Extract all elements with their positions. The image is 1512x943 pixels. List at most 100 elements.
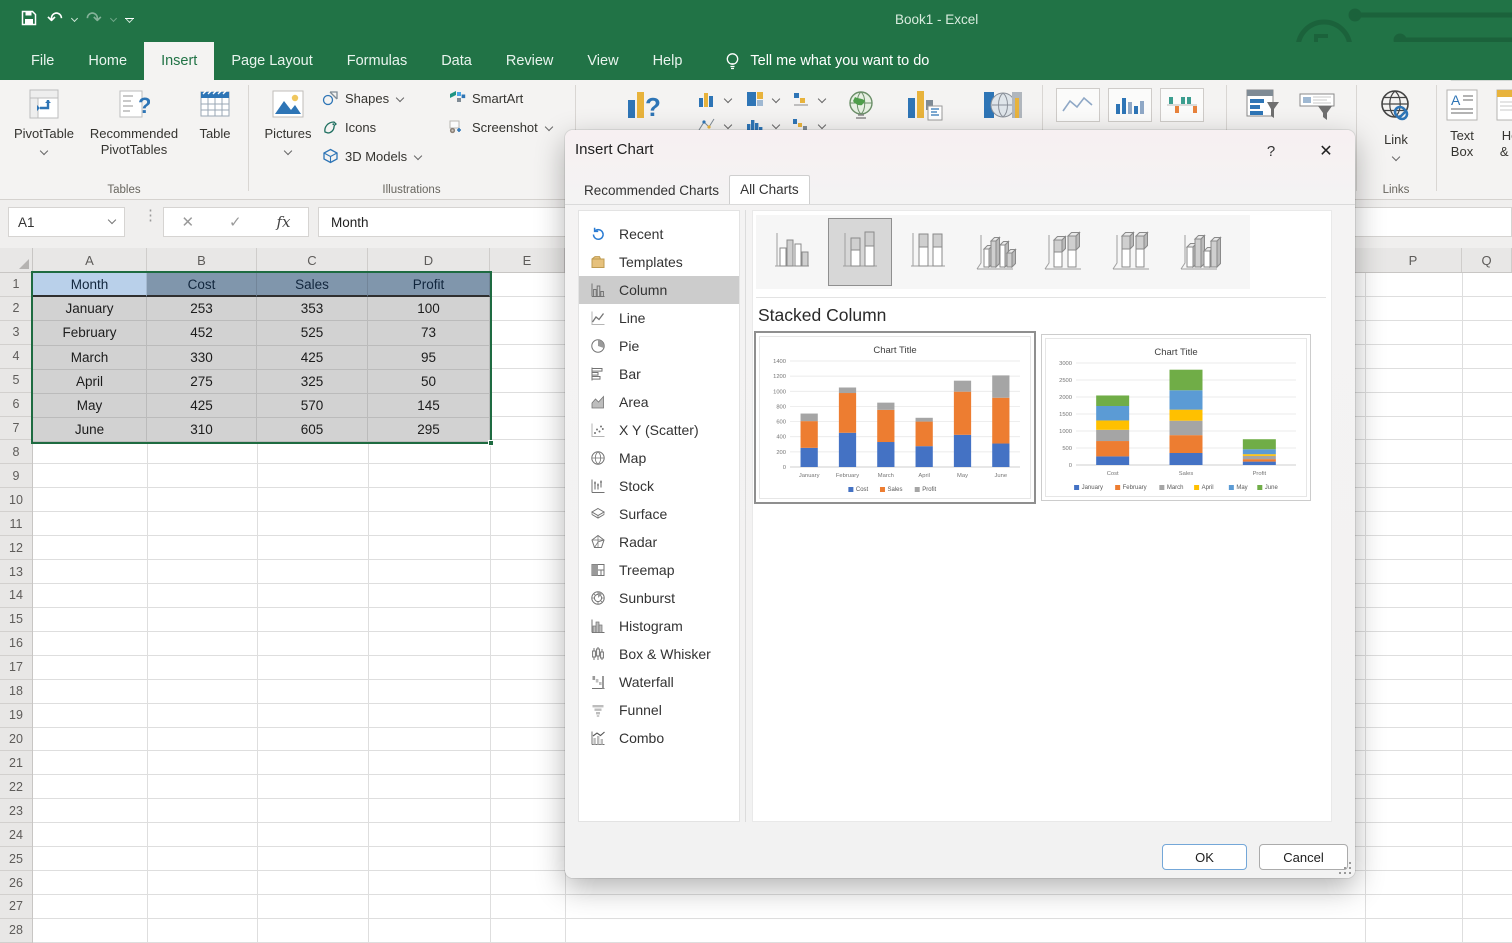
ribbon-tab-review[interactable]: Review	[489, 42, 571, 80]
undo-icon[interactable]: ↶	[47, 7, 63, 33]
link-button[interactable]: Link	[1366, 88, 1426, 163]
column-header-A[interactable]: A	[33, 248, 147, 272]
cell-C5[interactable]: 325	[257, 370, 368, 394]
header-footer-button[interactable]: He & F	[1490, 88, 1512, 160]
sparkline-line-button[interactable]	[1056, 88, 1100, 122]
chart-type-item-templates[interactable]: Templates	[579, 248, 739, 276]
dialog-resize-grip[interactable]	[1337, 860, 1351, 874]
cell-A7[interactable]: June	[33, 418, 147, 442]
cell-A4[interactable]: March	[33, 346, 147, 370]
ribbon-tab-data[interactable]: Data	[424, 42, 489, 80]
ribbon-tab-home[interactable]: Home	[71, 42, 144, 80]
row-header-21[interactable]: 21	[0, 751, 32, 775]
column-header-D[interactable]: D	[368, 248, 490, 272]
cell-A6[interactable]: May	[33, 394, 147, 418]
cancel-entry-icon[interactable]: ✕	[181, 213, 194, 231]
tell-me-box[interactable]: Tell me what you want to do	[699, 42, 929, 80]
chart-type-item-map[interactable]: Map	[579, 444, 739, 472]
row-header-13[interactable]: 13	[0, 560, 32, 584]
chart-type-item-area[interactable]: Area	[579, 388, 739, 416]
ribbon-tab-file[interactable]: File	[14, 42, 71, 80]
cell-B2[interactable]: 253	[147, 297, 257, 321]
pictures-button[interactable]: Pictures	[260, 88, 316, 157]
row-header-19[interactable]: 19	[0, 704, 32, 728]
row-header-27[interactable]: 27	[0, 895, 32, 919]
row-header-22[interactable]: 22	[0, 775, 32, 799]
confirm-entry-icon[interactable]: ✓	[229, 213, 242, 231]
row-header-1[interactable]: 1	[0, 273, 32, 297]
row-header-17[interactable]: 17	[0, 656, 32, 680]
row-header-24[interactable]: 24	[0, 823, 32, 847]
column-header-P[interactable]: P	[1365, 248, 1462, 272]
cell-C2[interactable]: 353	[257, 297, 368, 321]
cell-B6[interactable]: 425	[147, 394, 257, 418]
ribbon-tab-view[interactable]: View	[570, 42, 635, 80]
cell-A2[interactable]: January	[33, 297, 147, 321]
row-header-28[interactable]: 28	[0, 919, 32, 943]
recommended-charts-button[interactable]: ?	[615, 88, 671, 128]
row-header-16[interactable]: 16	[0, 632, 32, 656]
cell-B5[interactable]: 275	[147, 370, 257, 394]
redo-dropdown-icon[interactable]	[110, 14, 117, 21]
ok-button[interactable]: OK	[1162, 844, 1247, 870]
chart-type-item-treemap[interactable]: Treemap	[579, 556, 739, 584]
cell-D5[interactable]: 50	[368, 370, 490, 394]
cell-C4[interactable]: 425	[257, 346, 368, 370]
column-header-B[interactable]: B	[147, 248, 257, 272]
row-header-25[interactable]: 25	[0, 847, 32, 871]
column-header-E[interactable]: E	[490, 248, 565, 272]
column-header-Q[interactable]: Q	[1462, 248, 1512, 272]
select-all-corner[interactable]	[0, 248, 33, 272]
cell-B4[interactable]: 330	[147, 346, 257, 370]
maps-button[interactable]	[838, 88, 884, 130]
screenshot-button[interactable]: Screenshot	[448, 119, 552, 135]
row-header-2[interactable]: 2	[0, 297, 32, 321]
icons-button[interactable]: Icons	[322, 119, 376, 135]
chart-type-item-column[interactable]: Column	[579, 276, 739, 304]
undo-dropdown-icon[interactable]	[71, 14, 78, 21]
chart-type-item-line[interactable]: Line	[579, 304, 739, 332]
ribbon-tab-insert[interactable]: Insert	[144, 42, 214, 80]
row-header-3[interactable]: 3	[0, 321, 32, 345]
dialog-close-icon[interactable]: ✕	[1313, 138, 1339, 164]
preview-card-stacked-by-category[interactable]: Chart Title050010001500200025003000CostS…	[1041, 334, 1311, 501]
chart-type-item-stock[interactable]: Stock	[579, 472, 739, 500]
chart-type-item-waterfall[interactable]: Waterfall	[579, 668, 739, 696]
slicer-button[interactable]	[1238, 88, 1290, 130]
subtype-stacked-column[interactable]	[828, 218, 892, 286]
row-header-14[interactable]: 14	[0, 584, 32, 608]
cell-D6[interactable]: 145	[368, 394, 490, 418]
table-button[interactable]: Table	[190, 88, 240, 142]
row-header-18[interactable]: 18	[0, 680, 32, 704]
smartart-button[interactable]: SmartArt	[448, 90, 523, 106]
cell-C3[interactable]: 525	[257, 321, 368, 345]
cell-header-profit[interactable]: Profit	[368, 273, 490, 297]
row-header-23[interactable]: 23	[0, 799, 32, 823]
chart-type-item-surface[interactable]: Surface	[579, 500, 739, 528]
cell-D2[interactable]: 100	[368, 297, 490, 321]
chart-type-item-histogram[interactable]: Histogram	[579, 612, 739, 640]
row-header-10[interactable]: 10	[0, 488, 32, 512]
row-header-12[interactable]: 12	[0, 536, 32, 560]
subtype-3d-clustered-column[interactable]	[964, 218, 1028, 286]
redo-icon[interactable]: ↷	[86, 7, 102, 33]
cell-header-sales[interactable]: Sales	[257, 273, 368, 297]
customize-quick-access-icon[interactable]	[125, 18, 134, 23]
name-box-dropdown-icon[interactable]	[108, 216, 116, 224]
cell-B7[interactable]: 310	[147, 418, 257, 442]
recommended-pivottables-button[interactable]: ? Recommended PivotTables	[80, 88, 188, 158]
row-header-11[interactable]: 11	[0, 512, 32, 536]
chart-type-item-recent[interactable]: Recent	[579, 220, 739, 248]
row-header-20[interactable]: 20	[0, 728, 32, 752]
row-header-7[interactable]: 7	[0, 417, 32, 441]
cell-C7[interactable]: 605	[257, 418, 368, 442]
ribbon-tab-page-layout[interactable]: Page Layout	[214, 42, 329, 80]
insert-hierarchy-chart-button[interactable]	[745, 90, 779, 108]
subtype-100-stacked-column[interactable]	[896, 218, 960, 286]
insert-pivot-chart2-button[interactable]	[791, 90, 825, 108]
pivotchart-button[interactable]	[898, 88, 954, 130]
row-header-4[interactable]: 4	[0, 345, 32, 369]
chart-type-item-bar[interactable]: Bar	[579, 360, 739, 388]
column-header-C[interactable]: C	[257, 248, 368, 272]
insert-column-chart-button[interactable]	[697, 90, 731, 108]
